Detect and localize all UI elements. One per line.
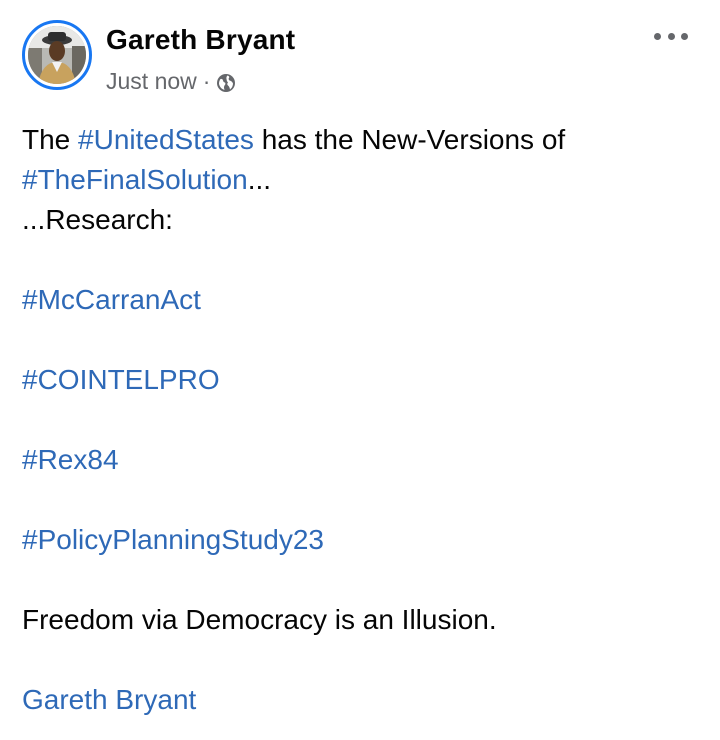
intro-middle: has the New-Versions of bbox=[253, 124, 566, 155]
post-meta: Just now · bbox=[106, 68, 236, 95]
research-line: ...Research: bbox=[22, 204, 173, 235]
intro-suffix: ... bbox=[247, 164, 272, 195]
hashtag-united-states[interactable]: #UnitedStates bbox=[78, 124, 254, 155]
avatar-photo bbox=[28, 26, 86, 84]
intro-prefix: The bbox=[22, 124, 79, 155]
hashtag-cointelpro[interactable]: #COINTELPRO bbox=[22, 364, 220, 395]
timestamp[interactable]: Just now bbox=[106, 68, 197, 95]
more-dot bbox=[667, 32, 675, 40]
hashtag-mccarran-act[interactable]: #McCarranAct bbox=[22, 284, 201, 315]
meta-separator: · bbox=[202, 68, 211, 94]
more-dot bbox=[681, 32, 688, 40]
globe-icon[interactable] bbox=[216, 72, 236, 92]
hashtag-rex84[interactable]: #Rex84 bbox=[22, 444, 119, 475]
intro-paragraph: The #UnitedStates has the New-Versions o… bbox=[22, 120, 698, 200]
hashtag-final-solution[interactable]: #TheFinalSolution bbox=[22, 164, 248, 195]
signature-link[interactable]: Gareth Bryant bbox=[22, 684, 196, 715]
facebook-post: Gareth Bryant Just now · The #UnitedStat… bbox=[0, 0, 720, 740]
avatar[interactable] bbox=[22, 20, 92, 90]
hashtag-policy-planning-study-23[interactable]: #PolicyPlanningStudy23 bbox=[22, 524, 324, 555]
post-header: Gareth Bryant Just now · bbox=[22, 20, 698, 98]
closing-statement: Freedom via Democracy is an Illusion. bbox=[22, 604, 497, 635]
more-dot bbox=[654, 32, 661, 40]
post-body: The #UnitedStates has the New-Versions o… bbox=[22, 120, 698, 720]
author-name[interactable]: Gareth Bryant bbox=[106, 24, 295, 56]
more-options-icon[interactable] bbox=[654, 28, 688, 44]
